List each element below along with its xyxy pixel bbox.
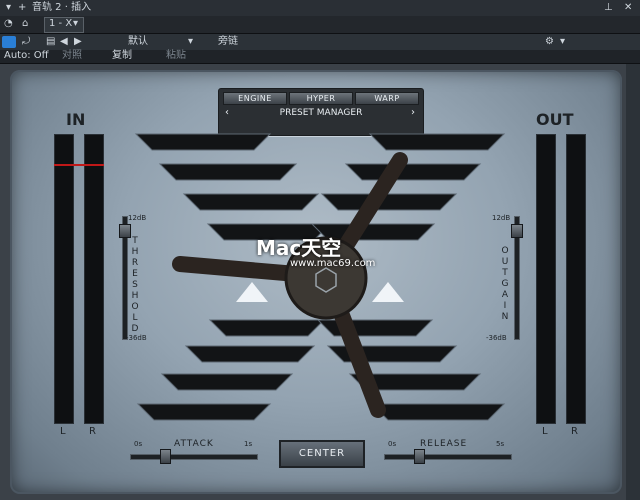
pin-icon[interactable]: ⊥ — [604, 0, 613, 16]
routing-icon[interactable]: ⌂ — [22, 16, 28, 32]
window-scrollbar[interactable] — [626, 64, 640, 500]
automation-status[interactable]: Auto: Off — [4, 48, 49, 64]
left-vent-1 — [134, 133, 272, 151]
center-button[interactable]: CENTER — [279, 440, 365, 468]
host-titlebar: ▾ + 音轨 2 · 插入 ⊥ ✕ — [0, 0, 640, 17]
watermark-url: www.mac69.com — [290, 258, 376, 269]
watermark-brand: Mac天空 — [256, 236, 342, 260]
plugin-power-button[interactable] — [2, 36, 16, 48]
paste-button[interactable]: 粘贴 — [166, 48, 186, 64]
left-vent-8 — [136, 403, 272, 421]
left-vent-2 — [158, 163, 298, 181]
power-icon[interactable]: ◔ — [4, 16, 13, 32]
left-vent-5 — [208, 319, 326, 337]
chevron-down-icon: ▾ — [73, 18, 79, 29]
attack-min-label: 0s — [134, 440, 143, 448]
attack-max-label: 1s — [244, 440, 253, 448]
left-vent-7 — [160, 373, 294, 391]
right-vent-1 — [368, 133, 506, 151]
left-vent-6 — [184, 345, 316, 363]
host-row-2: ◔ ⌂ 1 - X ▾ — [0, 16, 640, 34]
release-min-label: 0s — [388, 440, 397, 448]
plugin-area: ENGINE HYPER WARP ‹ PRESET MANAGER › IN … — [0, 64, 640, 500]
right-vent-5 — [316, 319, 434, 337]
gear-chevron-icon[interactable]: ▾ — [560, 34, 565, 50]
right-vent-3 — [320, 193, 458, 211]
attack-slider-track[interactable] — [130, 454, 258, 460]
right-triangle-indicator — [372, 282, 404, 302]
release-max-label: 5s — [496, 440, 505, 448]
menu-icon[interactable]: ▾ — [6, 0, 11, 16]
close-icon[interactable]: ✕ — [624, 0, 632, 16]
add-icon[interactable]: + — [18, 0, 26, 16]
right-vent-2 — [344, 163, 482, 181]
host-row-4: Auto: Off 对照 复制 粘贴 — [0, 50, 640, 64]
copy-button[interactable]: 复制 — [112, 48, 132, 64]
attack-label: ATTACK — [174, 439, 214, 449]
left-vent-3 — [182, 193, 320, 211]
release-label: RELEASE — [420, 439, 468, 449]
host-toolbar: ⤾ ▤ ◀ ▶ 默认 ▾ 旁链 ⚙ ▾ — [0, 34, 640, 51]
preset-chevron-icon[interactable]: ▾ — [188, 34, 193, 50]
release-slider-track[interactable] — [384, 454, 512, 460]
attack-slider-knob[interactable] — [160, 449, 171, 464]
plugin-artwork — [134, 133, 506, 421]
gear-icon[interactable]: ⚙ — [545, 34, 554, 50]
insert-slot-select[interactable]: 1 - X ▾ — [44, 17, 84, 33]
right-vent-8 — [370, 403, 506, 421]
track-title: 音轨 2 · 插入 — [32, 2, 92, 13]
release-slider-knob[interactable] — [414, 449, 425, 464]
bypass-button[interactable]: 旁链 — [218, 34, 238, 50]
left-triangle-indicator — [236, 282, 268, 302]
compare-button[interactable]: 对照 — [62, 48, 82, 64]
